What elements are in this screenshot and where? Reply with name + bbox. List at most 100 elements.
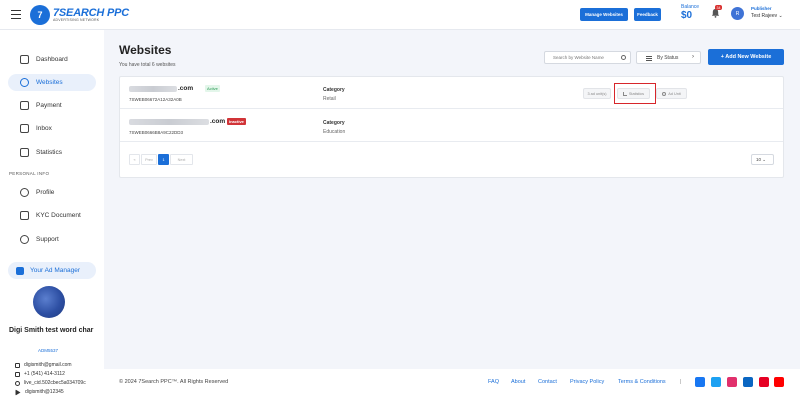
domain-suffix: .com bbox=[178, 85, 194, 92]
user-menu[interactable]: Publisher Test Rajeev ⌄ bbox=[751, 6, 783, 19]
page-1-button[interactable]: 1 bbox=[158, 154, 169, 165]
user-icon bbox=[20, 188, 29, 197]
twitter-icon[interactable] bbox=[711, 377, 721, 387]
user-name: Test Rajeev ⌄ bbox=[751, 12, 783, 19]
search-placeholder: Search by Website Name bbox=[553, 55, 604, 60]
per-page-select[interactable]: 10 ⌄ bbox=[751, 154, 774, 165]
statistics-highlight bbox=[614, 83, 656, 104]
sidebar-item-statistics[interactable]: Statistics bbox=[8, 144, 96, 161]
sidebar-item-label: KYC Document bbox=[36, 212, 81, 219]
footer-link-about[interactable]: About bbox=[511, 379, 525, 385]
sidebar-item-payment[interactable]: Payment bbox=[8, 97, 96, 114]
category-value: Retail bbox=[323, 96, 336, 102]
youtube-icon[interactable] bbox=[774, 377, 784, 387]
notification-badge: 34 bbox=[715, 5, 722, 10]
instagram-icon[interactable] bbox=[727, 377, 737, 387]
contact-text: +1 (541) 414-3112 bbox=[24, 371, 65, 377]
footer-link-privacy[interactable]: Privacy Policy bbox=[570, 379, 604, 385]
bar-chart-icon bbox=[20, 148, 29, 157]
manager-email[interactable]: digismith@gmail.com bbox=[15, 362, 72, 368]
sidebar-item-websites[interactable]: Websites bbox=[8, 74, 96, 91]
sidebar-item-kyc-document[interactable]: KYC Document bbox=[8, 207, 96, 224]
support-icon bbox=[20, 235, 29, 244]
pagination: « Prev 1 Next bbox=[129, 154, 194, 165]
manager-avatar bbox=[33, 286, 65, 318]
contact-text: digismith@gmail.com bbox=[24, 362, 72, 368]
manager-phone[interactable]: +1 (541) 414-3112 bbox=[15, 371, 65, 377]
sidebar-item-inbox[interactable]: Inbox bbox=[8, 120, 96, 137]
status-filter-label: By Status bbox=[657, 54, 679, 61]
top-bar: 7 7SEARCH PPC ADVERTISING NETWORK Manage… bbox=[0, 0, 800, 30]
sidebar-item-label: Websites bbox=[36, 79, 63, 86]
status-filter-button[interactable]: By Status › bbox=[636, 51, 701, 64]
next-page-button[interactable]: Next bbox=[170, 154, 193, 165]
prev-page-button[interactable]: Prev bbox=[141, 154, 157, 165]
ad-units-button[interactable]: 3 ad unit(s) bbox=[583, 88, 611, 99]
balance-value: $0 bbox=[681, 10, 693, 21]
ad-manager-button[interactable]: Your Ad Manager bbox=[8, 262, 96, 279]
manage-websites-button[interactable]: Manage Websites bbox=[580, 8, 628, 21]
blurred-domain bbox=[129, 86, 177, 92]
manager-telegram[interactable]: digismith@12345 bbox=[15, 389, 64, 395]
search-icon bbox=[621, 55, 626, 60]
ad-unit-label: Ad Unit bbox=[668, 91, 681, 96]
linkedin-icon[interactable] bbox=[743, 377, 753, 387]
sidebar: Dashboard Websites Payment Inbox Statist… bbox=[0, 30, 104, 398]
chevron-right-icon: › bbox=[692, 54, 694, 60]
sidebar-item-label: Statistics bbox=[36, 149, 63, 156]
facebook-icon[interactable] bbox=[695, 377, 705, 387]
skype-icon bbox=[15, 380, 20, 386]
manager-icon bbox=[16, 266, 24, 275]
sidebar-item-support[interactable]: Support bbox=[8, 231, 96, 248]
sidebar-item-label: Dashboard bbox=[36, 56, 68, 63]
status-badge: Inactive bbox=[227, 118, 246, 125]
add-new-website-button[interactable]: + Add New Website bbox=[708, 49, 784, 65]
footer-link-terms[interactable]: Terms & Conditions bbox=[618, 379, 666, 385]
logo[interactable]: 7 7SEARCH PPC ADVERTISING NETWORK bbox=[30, 5, 129, 25]
contact-text: digismith@12345 bbox=[25, 389, 64, 395]
avatar[interactable]: R bbox=[731, 7, 744, 20]
filter-icon bbox=[646, 56, 652, 62]
menu-icon[interactable] bbox=[11, 10, 21, 19]
footer-separator: | bbox=[680, 379, 682, 385]
table-row: .com Active 7SWEB06672A12A32A0B Category… bbox=[120, 77, 783, 109]
website-id: 7SWEB06672A12A32A0B bbox=[129, 97, 182, 102]
sidebar-item-label: Inbox bbox=[36, 125, 52, 132]
personal-info-label: PERSONAL INFO bbox=[9, 171, 50, 176]
sidebar-item-dashboard[interactable]: Dashboard bbox=[8, 51, 96, 68]
logo-mark: 7 bbox=[30, 5, 50, 25]
phone-icon bbox=[15, 371, 20, 377]
manager-skype[interactable]: live_cid.502cbec5a034709c bbox=[15, 380, 86, 386]
domain-suffix: .com bbox=[210, 118, 226, 125]
sidebar-item-label: Support bbox=[36, 236, 59, 243]
footer: © 2024 7Search PPC™. All Rights Reserved… bbox=[104, 369, 800, 398]
footer-link-faq[interactable]: FAQ bbox=[488, 379, 499, 385]
blurred-domain bbox=[129, 119, 209, 125]
sidebar-item-profile[interactable]: Profile bbox=[8, 184, 96, 201]
manager-name: Digi Smith test word char bbox=[9, 327, 94, 334]
feedback-button[interactable]: Feedback bbox=[634, 8, 661, 21]
user-role: Publisher bbox=[751, 6, 772, 11]
contact-text: live_cid.502cbec5a034709c bbox=[24, 380, 86, 386]
ad-unit-button[interactable]: Ad Unit bbox=[656, 88, 687, 99]
home-icon bbox=[20, 55, 29, 64]
sidebar-item-label: Profile bbox=[36, 189, 55, 196]
sidebar-item-label: Payment bbox=[36, 102, 62, 109]
wallet-icon bbox=[20, 101, 29, 110]
first-page-button[interactable]: « bbox=[129, 154, 140, 165]
search-input[interactable]: Search by Website Name bbox=[544, 51, 631, 64]
copyright: © 2024 7Search PPC™. All Rights Reserved bbox=[119, 379, 229, 385]
page-subtitle: You have total 6 websites bbox=[119, 62, 176, 68]
ad-manager-label: Your Ad Manager bbox=[30, 267, 80, 274]
footer-link-contact[interactable]: Contact bbox=[538, 379, 557, 385]
category-value: Education bbox=[323, 129, 346, 135]
telegram-icon bbox=[15, 389, 21, 395]
document-icon bbox=[20, 211, 29, 220]
category-label: Category bbox=[323, 87, 345, 93]
status-badge: Active bbox=[205, 85, 220, 92]
website-id: 7SWEB0666B8A9C22DD3 bbox=[129, 130, 184, 135]
pinterest-icon[interactable] bbox=[759, 377, 769, 387]
websites-card: .com Active 7SWEB06672A12A32A0B Category… bbox=[119, 76, 784, 178]
mail-icon bbox=[15, 362, 20, 368]
balance: Balance $0 bbox=[681, 5, 699, 21]
